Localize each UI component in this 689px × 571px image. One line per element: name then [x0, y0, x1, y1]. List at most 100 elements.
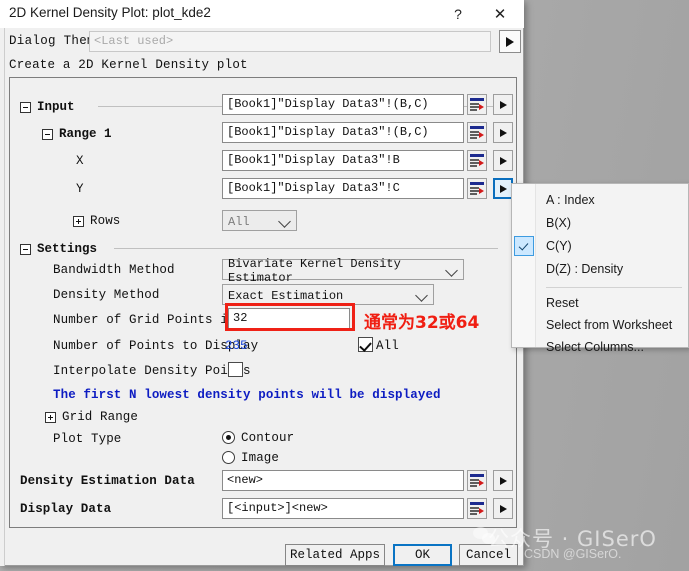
points-all-checkbox[interactable] — [358, 337, 373, 352]
collapse-icon[interactable] — [20, 243, 31, 255]
grid-points-input[interactable]: 32 — [228, 308, 350, 329]
worksheet-select-icon — [470, 154, 484, 167]
display-data-field[interactable]: [<input>]<new> — [222, 498, 464, 519]
menu-item-b-x[interactable]: B(X) — [512, 212, 688, 234]
menu-item-label: Select from Worksheet — [546, 318, 673, 332]
menu-item-a-index[interactable]: A : Index — [512, 189, 688, 211]
input-range-arrow-button[interactable] — [493, 94, 513, 115]
plot-type-image-label: Image — [241, 451, 280, 465]
density-estimation-data-label: Density Estimation Data — [20, 474, 195, 488]
range1-title: Range 1 — [59, 127, 112, 141]
menu-item-label: C(Y) — [546, 239, 572, 253]
annotation-text: 通常为32或64 — [364, 313, 480, 333]
display-data-label: Display Data — [20, 502, 112, 516]
interpolate-checkbox[interactable] — [228, 362, 243, 377]
title-bar: 2D Kernel Density Plot: plot_kde2 ? ✕ — [0, 0, 524, 28]
related-apps-button[interactable]: Related Apps — [285, 544, 385, 566]
y-field[interactable]: [Book1]"Display Data3"!C — [222, 178, 464, 199]
triangle-right-icon — [499, 156, 507, 165]
close-icon[interactable]: ✕ — [482, 0, 518, 28]
collapse-icon[interactable] — [20, 101, 31, 113]
y-worksheet-picker-icon[interactable] — [467, 178, 487, 199]
bandwidth-method-combo[interactable]: Bivariate Kernel Density Estimator — [222, 257, 464, 285]
range1-arrow-button[interactable] — [493, 122, 513, 143]
expand-icon[interactable] — [45, 411, 56, 423]
density-data-arrow-button[interactable] — [493, 470, 513, 491]
plot-type-contour-label: Contour — [241, 431, 295, 445]
density-method-combo[interactable]: Exact Estimation — [222, 284, 434, 305]
y-arrow-button[interactable] — [493, 178, 513, 199]
input-group-title: Input — [37, 100, 75, 114]
help-icon[interactable]: ? — [440, 0, 476, 28]
menu-item-select-from-worksheet[interactable]: Select from Worksheet — [512, 314, 688, 336]
menu-item-c-y[interactable]: C(Y) — [512, 235, 688, 257]
points-all-label: All — [376, 339, 399, 353]
menu-item-label: Select Columns... — [546, 340, 644, 354]
x-arrow-button[interactable] — [493, 150, 513, 171]
window-title: 2D Kernel Density Plot: plot_kde2 — [9, 5, 211, 20]
collapse-icon[interactable] — [42, 128, 53, 140]
dialog-theme-row: Dialog Theme <Last used> — [4, 29, 521, 55]
triangle-right-icon — [506, 36, 514, 47]
density-method-label: Density Method — [53, 288, 160, 302]
grid-range-header[interactable]: Grid Range — [45, 410, 138, 424]
x-worksheet-picker-icon[interactable] — [467, 150, 487, 171]
triangle-right-icon — [499, 184, 507, 193]
menu-item-label: D(Z) : Density — [546, 262, 624, 276]
dialog-description: Create a 2D Kernel Density plot — [9, 58, 248, 72]
y-label: Y — [76, 182, 84, 196]
menu-item-select-columns[interactable]: Select Columns... — [512, 336, 688, 358]
x-field[interactable]: [Book1]"Display Data3"!B — [222, 150, 464, 171]
input-group-header[interactable]: Input — [20, 100, 75, 114]
rows-header[interactable]: Rows — [73, 214, 120, 228]
settings-group-header[interactable]: Settings — [20, 242, 97, 256]
menu-separator — [546, 287, 682, 288]
plot-type-radio-contour[interactable] — [222, 431, 235, 444]
rows-combo[interactable]: All — [222, 210, 297, 231]
display-data-worksheet-picker-icon[interactable] — [467, 498, 487, 519]
settings-panel: Input [Book1]"Display Data3"!(B,C) Range… — [9, 77, 517, 528]
bandwidth-method-label: Bandwidth Method — [53, 263, 175, 277]
dialog-theme-input[interactable]: <Last used> — [89, 31, 491, 52]
triangle-right-icon — [499, 128, 507, 137]
note-text: The first N lowest density points will b… — [53, 388, 441, 402]
cancel-button[interactable]: Cancel — [459, 544, 518, 566]
worksheet-select-icon — [470, 98, 484, 111]
settings-group-rule — [114, 248, 498, 249]
input-range-field[interactable]: [Book1]"Display Data3"!(B,C) — [222, 94, 464, 115]
ok-button[interactable]: OK — [393, 544, 452, 566]
menu-item-d-z-density[interactable]: D(Z) : Density — [512, 258, 688, 280]
kde-dialog-window: 2D Kernel Density Plot: plot_kde2 ? ✕ Di… — [0, 0, 524, 566]
worksheet-select-icon — [470, 182, 484, 195]
dialog-theme-arrow-button[interactable] — [499, 30, 521, 53]
range1-field[interactable]: [Book1]"Display Data3"!(B,C) — [222, 122, 464, 143]
input-range-worksheet-picker-icon[interactable] — [467, 94, 487, 115]
rows-label: Rows — [90, 214, 121, 228]
column-select-popup-menu: A : Index B(X) C(Y) D(Z) : Density Reset… — [511, 183, 689, 354]
triangle-right-icon — [499, 504, 507, 513]
density-estimation-data-field[interactable]: <new> — [222, 470, 464, 491]
display-data-arrow-button[interactable] — [493, 498, 513, 519]
settings-group-title: Settings — [37, 242, 98, 256]
grid-range-label: Grid Range — [62, 410, 139, 424]
interpolate-label: Interpolate Density Points — [53, 364, 251, 378]
window-left-edge — [0, 0, 5, 566]
menu-item-label: Reset — [546, 296, 579, 310]
menu-item-label: B(X) — [546, 216, 571, 230]
expand-icon[interactable] — [73, 215, 84, 227]
bandwidth-method-value: Bivariate Kernel Density Estimator — [228, 256, 401, 285]
triangle-right-icon — [499, 100, 507, 109]
points-to-display-value: 235 — [225, 339, 248, 353]
menu-item-label: A : Index — [546, 193, 595, 207]
worksheet-select-icon — [470, 502, 484, 515]
check-icon — [514, 236, 534, 256]
density-method-value: Exact Estimation — [228, 288, 344, 303]
menu-item-reset[interactable]: Reset — [512, 292, 688, 314]
worksheet-select-icon — [470, 474, 484, 487]
range1-worksheet-picker-icon[interactable] — [467, 122, 487, 143]
density-data-worksheet-picker-icon[interactable] — [467, 470, 487, 491]
range1-header[interactable]: Range 1 — [42, 127, 112, 141]
plot-type-radio-image[interactable] — [222, 451, 235, 464]
x-label: X — [76, 154, 84, 168]
worksheet-select-icon — [470, 126, 484, 139]
